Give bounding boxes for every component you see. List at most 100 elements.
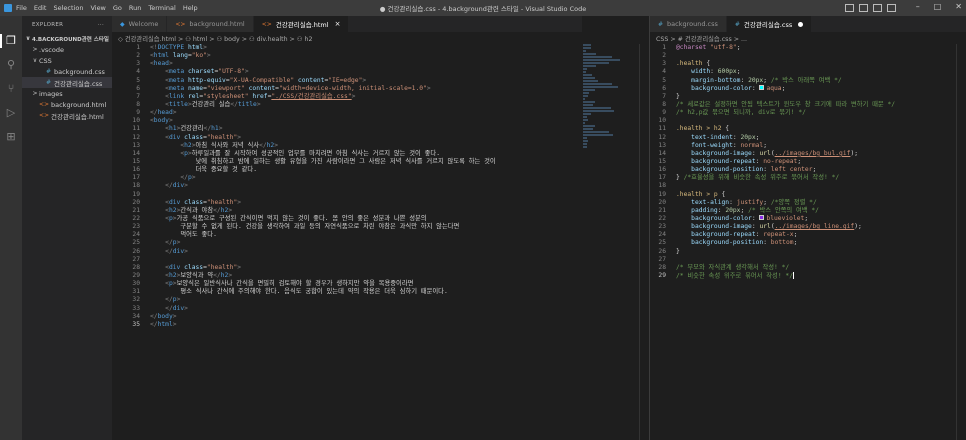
menu-item-run[interactable]: Run [129,4,141,12]
token: /*양쪽 정렬 */ [770,198,817,206]
minimap[interactable] [583,44,627,148]
tree-item[interactable]: # 건강관리실습.css [22,77,112,88]
menu-item-view[interactable]: View [90,4,105,12]
token: > [206,52,211,60]
tree-item[interactable]: > .vscode [22,44,112,55]
code-line: 31 평소 식사나 간식에 주의해야 한다. 음식도 궁합이 있는데 약의 작용… [112,288,582,296]
menu-item-selection[interactable]: Selection [53,4,83,12]
minimap-line [583,74,592,76]
line-number: 28 [658,263,666,271]
tree-item[interactable]: <> background.html [22,99,112,110]
color-swatch[interactable] [759,85,765,91]
code-line: 3 <head> [112,60,582,68]
tree-item[interactable]: <> 건강관리실습.html [22,110,112,121]
extensions-icon[interactable]: ⊞ [5,131,17,143]
token: html [157,320,173,328]
code-text: </body> [150,313,177,321]
toggle-panel-icon[interactable] [859,4,868,12]
tree-item[interactable]: ∨ CSS [22,55,112,66]
token: : [763,239,771,247]
token: text-align [691,198,730,206]
token: body [157,312,173,320]
window-title: ● 건강관리실습.css - 4.background관련 스타일 - Visu… [379,5,587,13]
code-line: 35 </html> [112,321,582,329]
run-debug-icon[interactable]: ▷ [5,107,17,119]
code-text: width: 600px; [676,68,740,76]
code-text: text-indent: 20px; [676,134,759,142]
line-number: 26 [658,247,666,255]
tree-item[interactable]: ∨ 4.BACKGROUND관련 스타일 [22,33,112,44]
tab-1[interactable]: # 건강관리실습.css [726,16,813,32]
unsaved-dot-icon[interactable] [798,21,804,27]
token: > [228,206,233,214]
line-number: 31 [132,288,140,296]
tab-2[interactable]: <> 건강관리실습.html × [253,16,350,32]
tab-1[interactable]: <> background.html [167,16,254,32]
more-actions-icon[interactable]: ··· [98,22,104,28]
tab-0[interactable]: # background.css [650,16,727,32]
tab-label: 건강관리실습.css [743,21,793,29]
tree-item[interactable]: > images [22,88,112,99]
minimap-line [583,98,585,100]
css-editor[interactable]: 1 @charset "utf-8"; 2 3 .health {4 width: 60… [650,44,956,440]
token: "health" [206,263,238,271]
token: background-position [691,166,764,174]
search-icon[interactable]: ⚲ [5,59,17,71]
line-number: 7 [662,92,666,100]
menu-item-go[interactable]: Go [113,4,122,12]
minimap-line [583,92,589,94]
token: > [237,198,242,206]
menu-item-file[interactable]: File [16,4,27,12]
token: background-repeat [691,157,756,165]
left-breadcrumb[interactable]: ◇ 건강관리실습.html > ⚇ html > ⚇ body > ⚇ div.… [112,32,582,44]
tree-item[interactable]: # background.css [22,66,112,77]
css-editor-scrollbar[interactable] [956,44,966,440]
token: left center [770,166,813,174]
code-text: <title>건강관리 실습</title> [150,101,260,109]
html-icon: <> [261,20,272,28]
line-number: 23 [658,223,666,231]
maximize-icon[interactable]: □ [934,2,942,11]
code-line: 5 margin-bottom: 20px; /* 박스 아래쪽 여백 */ [650,77,956,85]
code-text: font-weight: normal; [676,142,767,150]
token: "IE=edge" [328,76,363,84]
tab-0[interactable]: ◆ Welcome [112,16,168,32]
line-number: 9 [136,109,140,117]
close-window-icon[interactable]: ✕ [955,2,962,11]
html-editor[interactable]: 1 <!DOCTYPE html> 2 <html lang="ko"> 3 <head>… [112,44,582,440]
line-number: 4 [136,68,140,76]
explorer-icon[interactable]: ❐ [5,35,17,47]
minimize-icon[interactable]: – [916,2,920,11]
html-editor-scrollbar[interactable] [639,44,649,440]
token: ; [763,141,768,149]
close-tab-icon[interactable]: × [335,20,341,28]
right-breadcrumb[interactable]: CSS > # 건강관리실습.css > ... [650,32,966,44]
token: ; [793,231,798,239]
code-text: <h2>간식과 야참</h2> [150,207,232,215]
code-line: 18 </div> [112,182,582,190]
token: > [228,271,233,279]
line-number: 24 [132,231,140,239]
menu-item-terminal[interactable]: Terminal [148,4,175,12]
toggle-secondary-sidebar-icon[interactable] [873,4,882,12]
color-swatch[interactable] [759,215,765,221]
customize-layout-icon[interactable] [887,4,896,12]
line-number: 29 [132,271,140,279]
token: meta [168,76,185,84]
minimap-line [583,56,612,58]
toggle-sidebar-icon[interactable] [845,4,854,12]
source-control-icon[interactable]: ⑂ [5,83,17,95]
token: ; [793,239,798,247]
minimap-line [583,113,591,115]
token: "stylesheet" [203,92,249,100]
code-line: 28 /* 부모와 자식관계 생각해서 작성! */ [650,264,956,272]
menu-item-help[interactable]: Help [183,4,198,12]
code-line: 20 <div class="health"> [112,199,582,207]
code-text: <p>가공 식품으로 구성된 간식이면 먹지 않는 것이 좋다. 몸 안의 좋은… [150,215,426,223]
minimap-line [583,86,618,88]
menu-item-edit[interactable]: Edit [34,4,47,12]
line-number: 16 [658,166,666,174]
